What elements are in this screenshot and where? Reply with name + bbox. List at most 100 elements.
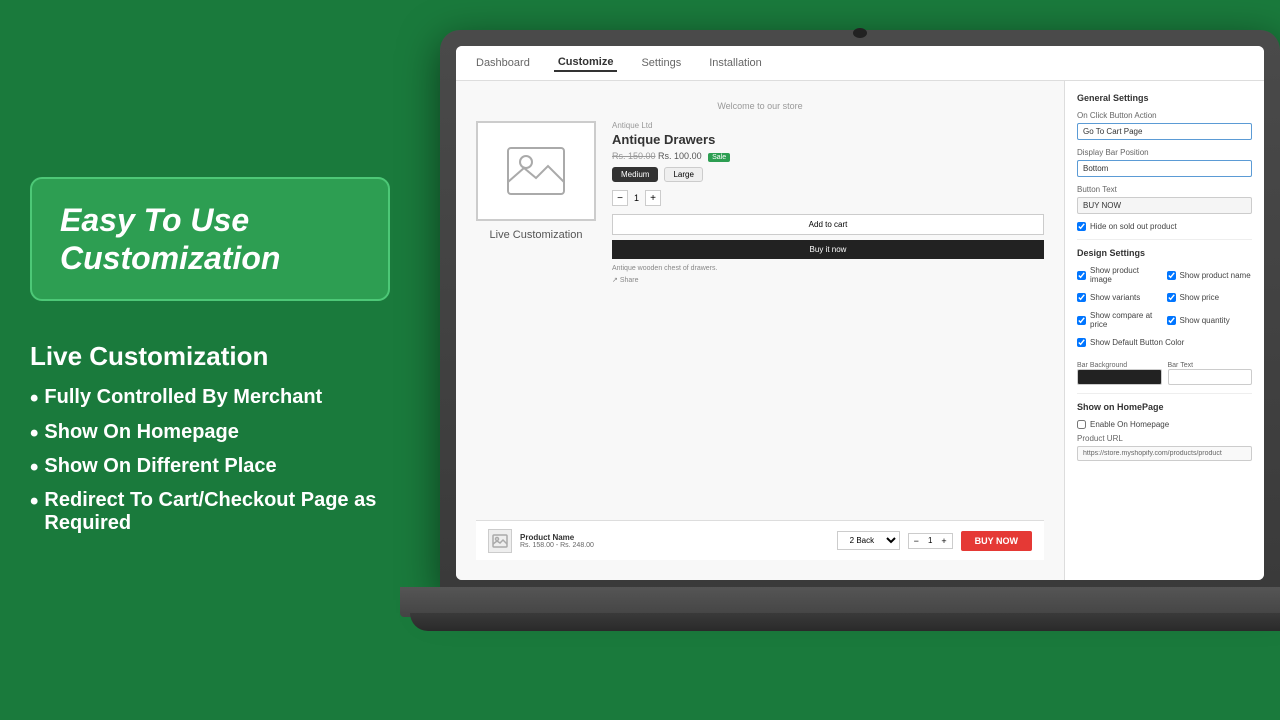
nav-customize[interactable]: Customize xyxy=(554,54,618,72)
sticky-product-info: Product Name Rs. 158.00 - Rs. 248.00 xyxy=(520,533,829,549)
general-settings-title: General Settings xyxy=(1077,93,1252,103)
product-url-label: Product URL xyxy=(1077,434,1252,443)
cb-quantity[interactable] xyxy=(1167,316,1176,325)
cb-quantity-label: Show quantity xyxy=(1180,316,1230,325)
feature-item-2: Show On Homepage xyxy=(44,421,238,444)
bar-text-label: Bar Text xyxy=(1168,362,1253,369)
enable-homepage-checkbox[interactable] xyxy=(1077,420,1086,429)
bar-text-swatch[interactable] xyxy=(1168,369,1253,385)
qty-minus[interactable]: − xyxy=(612,190,628,206)
cb-compare-price-label: Show compare at price xyxy=(1090,311,1163,329)
buy-now-button[interactable]: Buy it now xyxy=(612,240,1044,259)
settings-panel: General Settings On Click Button Action … xyxy=(1064,81,1264,580)
product-brand: Antique Ltd xyxy=(612,121,1044,130)
product-url-input[interactable] xyxy=(1077,446,1252,461)
cb-product-name[interactable] xyxy=(1167,271,1176,280)
hide-sold-out-checkbox[interactable] xyxy=(1077,222,1086,231)
cb-product-name-label: Show product name xyxy=(1180,271,1251,280)
product-description: Antique wooden chest of drawers. xyxy=(612,265,1044,272)
cb-variants[interactable] xyxy=(1077,293,1086,302)
size-options: Medium Large xyxy=(612,167,1044,182)
sale-badge: Sale xyxy=(708,153,730,162)
hide-sold-out-row: Hide on sold out product xyxy=(1077,222,1252,231)
feature-title: Live Customization xyxy=(30,341,390,372)
size-large[interactable]: Large xyxy=(664,167,702,182)
bar-background-swatch[interactable] xyxy=(1077,369,1162,385)
store-header: Welcome to our store xyxy=(476,101,1044,111)
bar-text-block: Bar Text xyxy=(1168,360,1253,385)
enable-homepage-label: Enable On Homepage xyxy=(1090,420,1169,429)
laptop-container: Dashboard Customize Settings Installatio… xyxy=(400,30,1280,690)
sticky-quantity: − 1 + xyxy=(908,533,953,549)
sticky-qty-minus[interactable]: − xyxy=(909,534,924,548)
laptop-foot xyxy=(410,613,1280,631)
share-icon: ↗ xyxy=(612,277,618,284)
sticky-product-price: Rs. 158.00 - Rs. 248.00 xyxy=(520,542,829,549)
original-price: Rs. 150.00 xyxy=(612,151,656,161)
cb-show-variants: Show variants xyxy=(1077,293,1163,302)
divider xyxy=(1077,239,1252,240)
feature-item-4: Redirect To Cart/Checkout Page as Requir… xyxy=(44,489,390,535)
list-item: • Show On Homepage xyxy=(30,421,390,447)
list-item: • Show On Different Place xyxy=(30,455,390,481)
hide-sold-out-label: Hide on sold out product xyxy=(1090,222,1177,231)
sticky-product-name: Product Name xyxy=(520,533,829,542)
cb-product-image-label: Show product image xyxy=(1090,266,1163,284)
show-homepage-title: Show on HomePage xyxy=(1077,402,1252,412)
nav-settings[interactable]: Settings xyxy=(637,55,685,71)
cb-show-product-name: Show product name xyxy=(1167,266,1253,284)
bullet-icon: • xyxy=(30,421,38,447)
display-bar-label: Display Bar Position xyxy=(1077,148,1252,157)
sticky-product-image xyxy=(488,529,512,553)
quantity-row: − 1 + xyxy=(612,190,1044,206)
product-price: Rs. 150.00 Rs. 100.00 Sale xyxy=(612,151,1044,161)
cb-show-product-image: Show product image xyxy=(1077,266,1163,284)
list-item: • Redirect To Cart/Checkout Page as Requ… xyxy=(30,489,390,535)
cb-button-color-label: Show Default Button Color xyxy=(1090,338,1184,347)
list-item: • Fully Controlled By Merchant xyxy=(30,386,390,412)
nav-installation[interactable]: Installation xyxy=(705,55,766,71)
cb-compare-at-price: Show compare at price xyxy=(1077,311,1163,329)
cb-compare-price[interactable] xyxy=(1077,316,1086,325)
cb-product-image[interactable] xyxy=(1077,271,1086,280)
product-image xyxy=(476,121,596,221)
laptop-outer: Dashboard Customize Settings Installatio… xyxy=(440,30,1280,590)
cb-price[interactable] xyxy=(1167,293,1176,302)
on-click-input[interactable] xyxy=(1077,123,1252,140)
button-text-input[interactable] xyxy=(1077,197,1252,214)
feature-list: • Fully Controlled By Merchant • Show On… xyxy=(30,386,390,543)
bar-background-block: Bar Background xyxy=(1077,360,1162,385)
cb-button-color[interactable] xyxy=(1077,338,1086,347)
divider2 xyxy=(1077,393,1252,394)
qty-value: 1 xyxy=(634,193,639,203)
sticky-buy-button[interactable]: BUY NOW xyxy=(961,531,1032,551)
feature-item-1: Fully Controlled By Merchant xyxy=(44,386,322,409)
product-details: Antique Ltd Antique Drawers Rs. 150.00 R… xyxy=(612,121,1044,520)
laptop-notch xyxy=(853,28,867,38)
size-medium[interactable]: Medium xyxy=(612,167,658,182)
product-name: Antique Drawers xyxy=(612,132,1044,147)
enable-homepage-row: Enable On Homepage xyxy=(1077,420,1252,429)
sticky-price-to-val: Rs. 248.00 xyxy=(560,542,594,549)
sticky-qty-plus[interactable]: + xyxy=(936,534,951,548)
screen-content: Dashboard Customize Settings Installatio… xyxy=(456,46,1264,580)
cb-show-price: Show price xyxy=(1167,293,1253,302)
cb-variants-label: Show variants xyxy=(1090,293,1140,302)
sticky-back-select[interactable]: 2 Back xyxy=(837,531,900,550)
add-to-cart-button[interactable]: Add to cart xyxy=(612,214,1044,235)
display-bar-input[interactable] xyxy=(1077,160,1252,177)
bullet-icon: • xyxy=(30,386,38,412)
sticky-qty-value: 1 xyxy=(924,534,936,547)
share-link[interactable]: ↗ Share xyxy=(612,276,1044,284)
qty-plus[interactable]: + xyxy=(645,190,661,206)
left-panel: Easy To Use Customization Live Customiza… xyxy=(0,0,420,720)
nav-dashboard[interactable]: Dashboard xyxy=(472,55,534,71)
sticky-bar: Product Name Rs. 158.00 - Rs. 248.00 2 B… xyxy=(476,520,1044,560)
bar-bg-label: Bar Background xyxy=(1077,362,1162,369)
design-settings-title: Design Settings xyxy=(1077,248,1252,258)
headline-box: Easy To Use Customization xyxy=(30,177,390,302)
cb-default-button-color: Show Default Button Color xyxy=(1077,338,1252,347)
cb-show-quantity: Show quantity xyxy=(1167,311,1253,329)
product-preview: Welcome to our store xyxy=(456,81,1064,580)
sale-price: Rs. 100.00 xyxy=(658,151,702,161)
